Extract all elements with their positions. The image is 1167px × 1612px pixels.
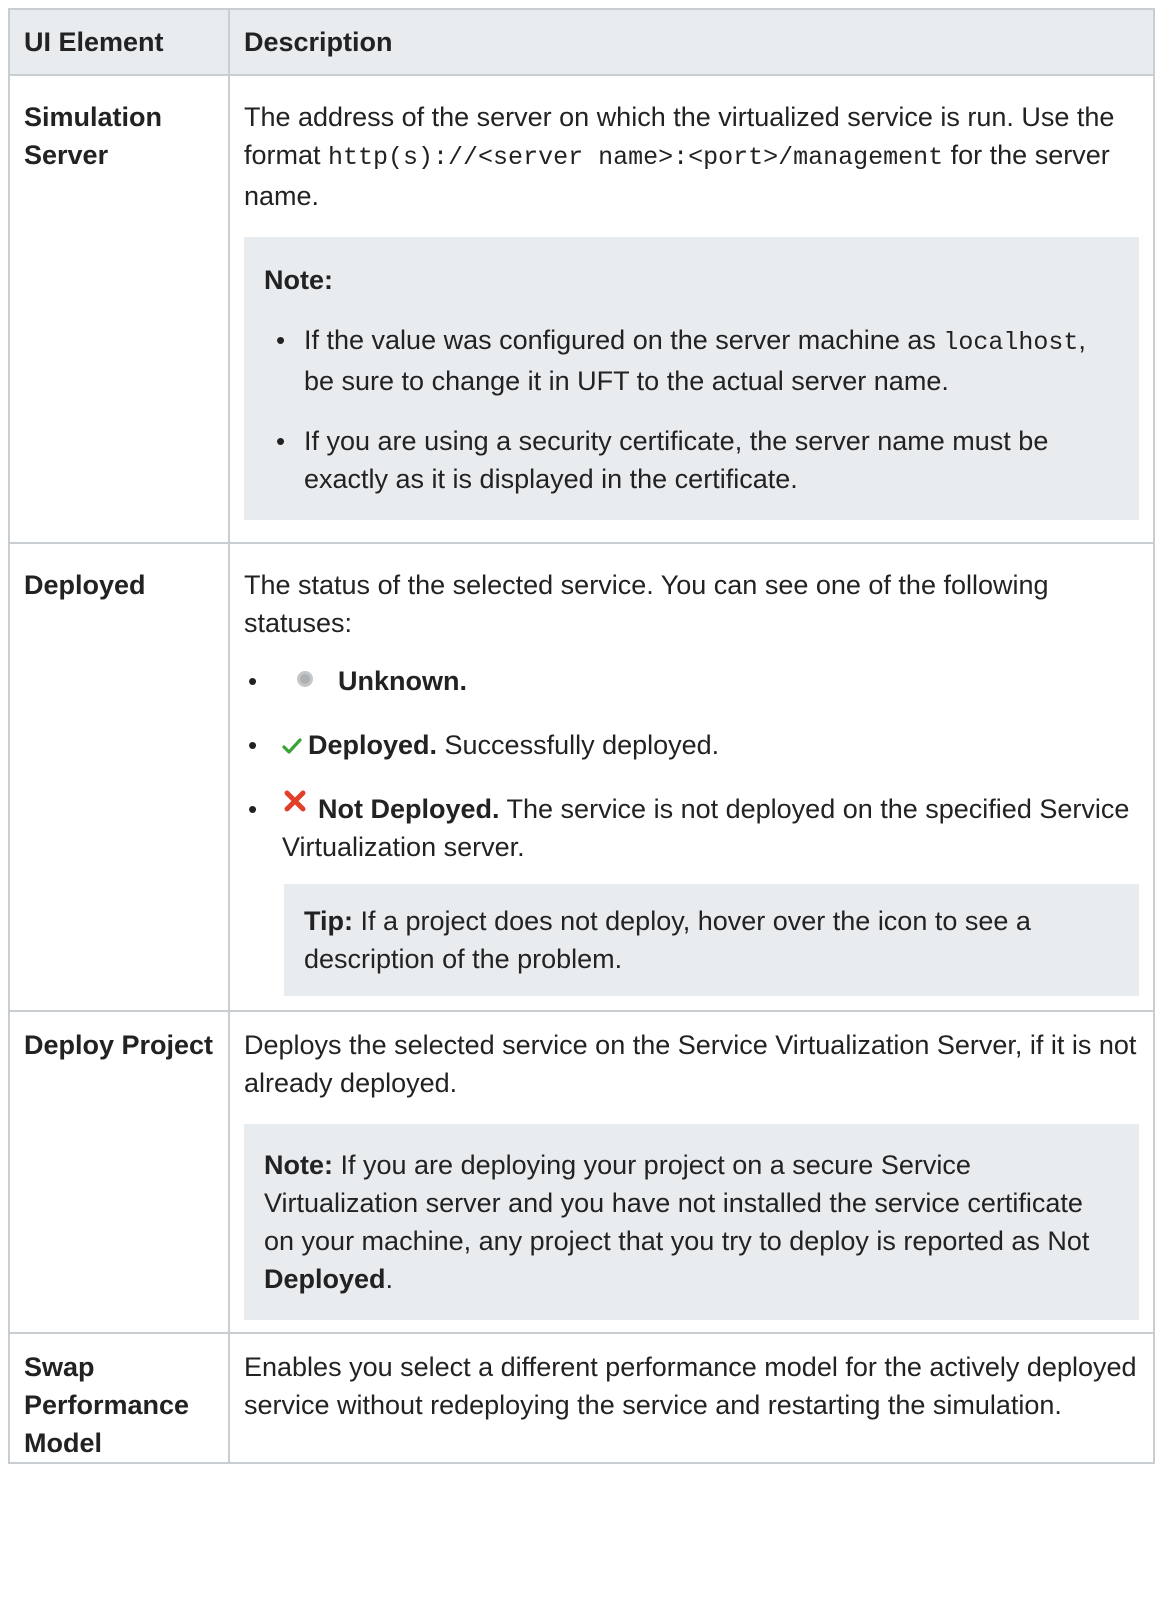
text-run: If a project does not deploy, hover over… xyxy=(304,905,1031,974)
text-run: Successfully deployed. xyxy=(437,729,720,760)
text-run: If you are using a security certificate,… xyxy=(304,426,1049,494)
table-row: Simulation Server The address of the ser… xyxy=(8,74,1155,544)
green-check-icon xyxy=(282,728,302,766)
text-run: If the value was configured on the serve… xyxy=(304,325,944,355)
ui-element-table: UI Element Description Simulation Server… xyxy=(8,8,1155,1464)
table-row: Deployed The status of the selected serv… xyxy=(8,542,1155,1012)
text-run: If you are deploying your project on a s… xyxy=(264,1149,1090,1256)
header-description: Description xyxy=(228,8,1155,76)
status-list: Unknown. Deployed. Successfully deployed… xyxy=(244,662,1139,866)
list-item: Unknown. xyxy=(244,662,1139,702)
table-row: Swap Performance Model Enables you selec… xyxy=(8,1331,1155,1464)
text-run: . xyxy=(385,1263,394,1294)
element-simulation-server: Simulation Server xyxy=(8,74,230,544)
description-swap-performance-model: Enables you select a different performan… xyxy=(228,1331,1155,1464)
list-item: If you are using a security certificate,… xyxy=(264,422,1119,498)
deploy-project-text: Deploys the selected service on the Serv… xyxy=(244,1029,1137,1098)
note-label: Note: xyxy=(264,1149,333,1180)
note-box: Note: If the value was configured on the… xyxy=(244,237,1139,520)
red-x-icon xyxy=(282,786,308,824)
element-deploy-project: Deploy Project xyxy=(8,1009,230,1334)
note-list: If the value was configured on the serve… xyxy=(264,321,1119,498)
element-swap-performance-model: Swap Performance Model xyxy=(8,1331,230,1464)
note-bold-deployed: Deployed xyxy=(264,1263,386,1294)
deployed-text: The status of the selected service. You … xyxy=(244,570,1049,638)
table-header-row: UI Element Description xyxy=(8,8,1155,76)
gray-circle-icon xyxy=(294,664,316,702)
simulation-server-text: The address of the server on which the v… xyxy=(244,98,1139,215)
description-simulation-server: The address of the server on which the v… xyxy=(228,74,1155,544)
tip-box: Tip: If a project does not deploy, hover… xyxy=(284,883,1139,996)
status-unknown-label: Unknown. xyxy=(338,666,467,696)
description-deploy-project: Deploys the selected service on the Serv… xyxy=(228,1009,1155,1334)
element-deployed: Deployed xyxy=(8,542,230,1012)
list-item: Not Deployed. The service is not deploye… xyxy=(244,790,1139,866)
note-heading: Note: xyxy=(264,265,333,295)
list-item: If the value was configured on the serve… xyxy=(264,321,1119,400)
status-not-deployed-label: Not Deployed. xyxy=(318,793,500,824)
list-item: Deployed. Successfully deployed. xyxy=(244,726,1139,766)
table-row: Deploy Project Deploys the selected serv… xyxy=(8,1009,1155,1334)
status-deployed-label: Deployed. xyxy=(308,729,438,760)
tip-label: Tip: xyxy=(304,905,353,936)
note-box: Note: If you are deploying your project … xyxy=(244,1123,1139,1320)
description-deployed: The status of the selected service. You … xyxy=(228,542,1155,1012)
code-server-url: http(s)://<server name>:<port>/managemen… xyxy=(328,143,944,172)
code-localhost: localhost xyxy=(943,328,1079,357)
header-ui-element: UI Element xyxy=(8,8,230,76)
